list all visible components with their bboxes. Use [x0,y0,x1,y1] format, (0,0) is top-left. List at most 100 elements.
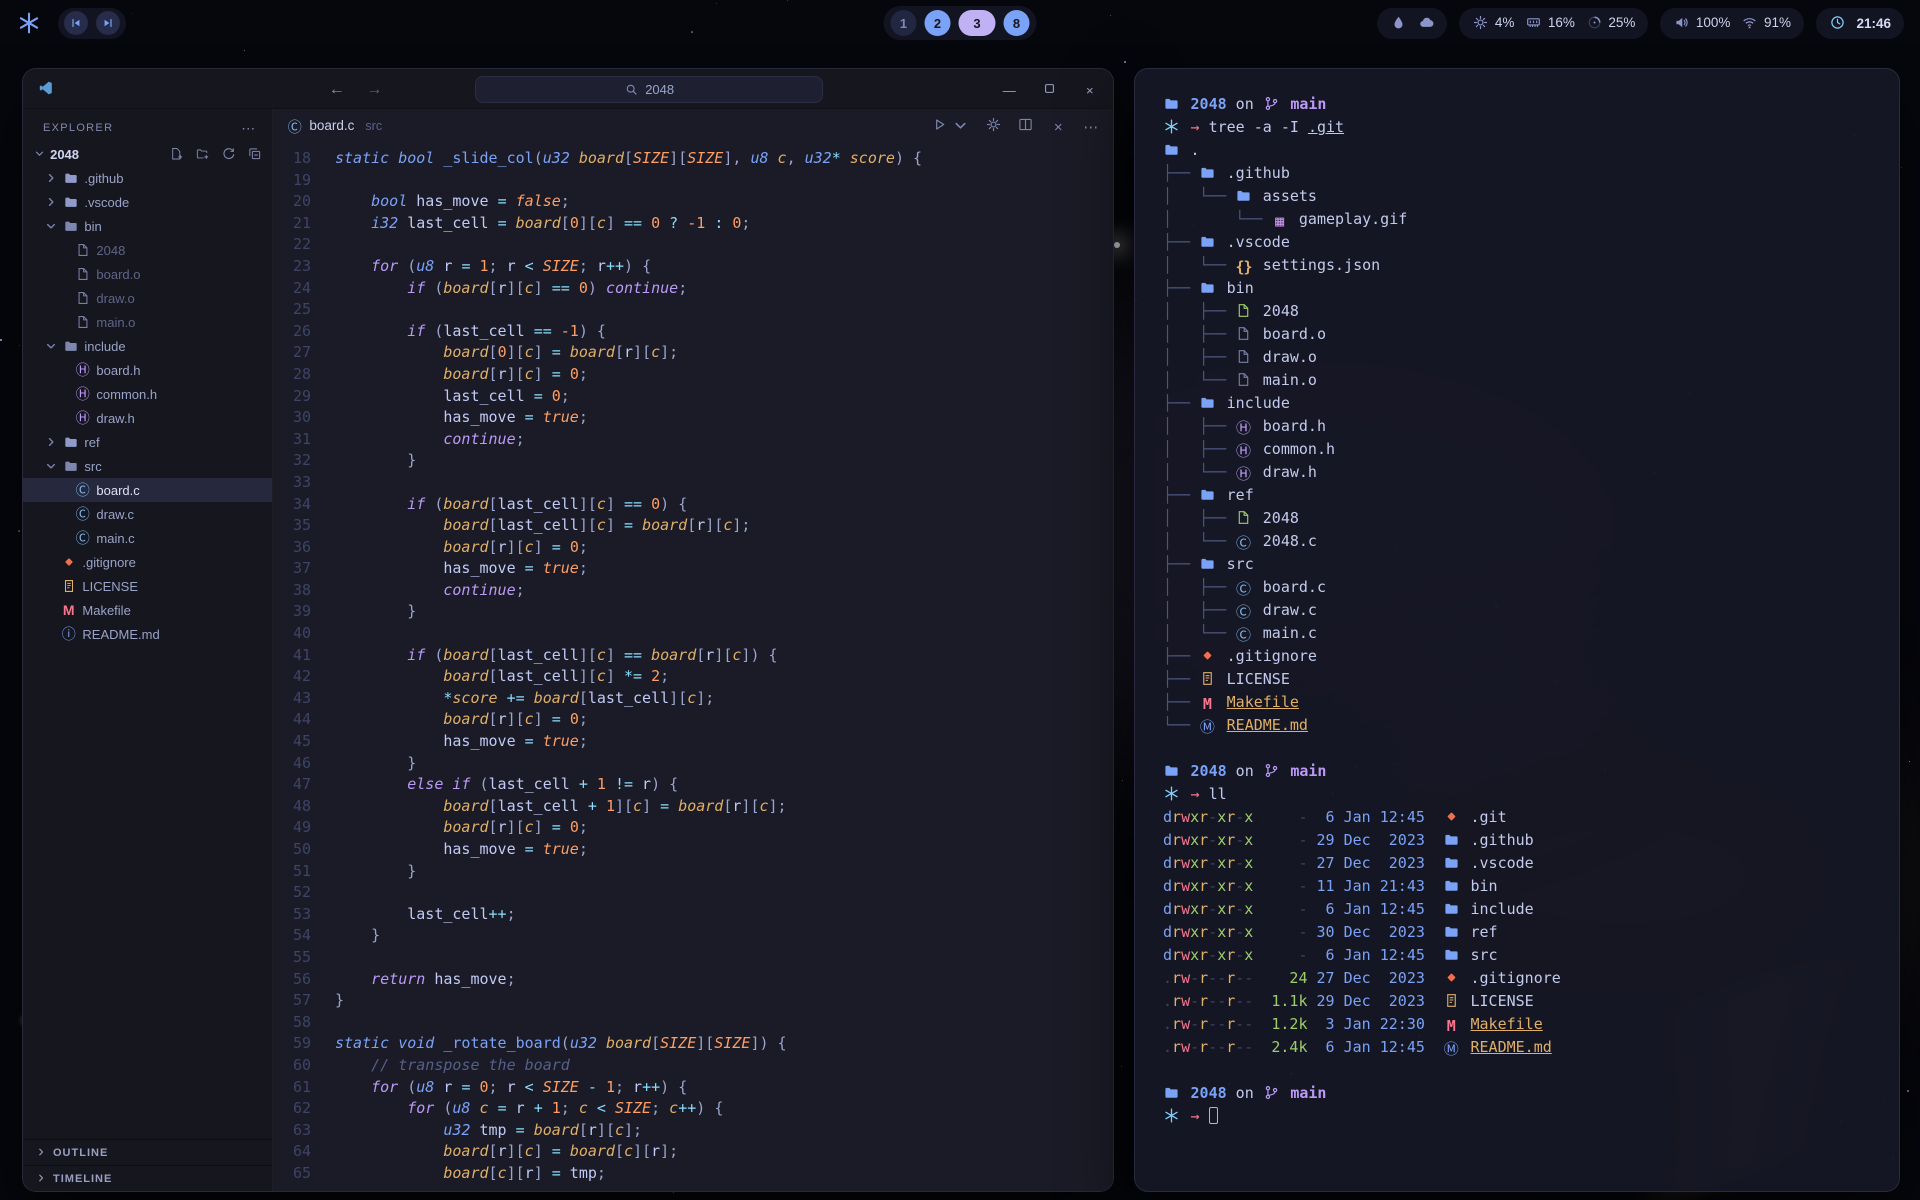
project-root-row[interactable]: 2048 [23,144,272,166]
code-line[interactable]: 23 for (u8 r = 1; r < SIZE; r++) { [273,256,1113,278]
file-row-src[interactable]: src [23,454,272,478]
code-line[interactable]: 63 u32 tmp = board[r][c]; [273,1120,1113,1142]
code-line[interactable]: 60 // transpose the board [273,1055,1113,1077]
code-line[interactable]: 58 [273,1012,1113,1034]
code-line[interactable]: 27 board[0][c] = board[r][c]; [273,342,1113,364]
file-row-.github[interactable]: .github [23,166,272,190]
file-row-board.h[interactable]: Ⓗboard.h [23,358,272,382]
code-line[interactable]: 52 [273,882,1113,904]
workspace-3-button[interactable]: 3 [959,10,996,36]
code-line[interactable]: 44 board[r][c] = 0; [273,709,1113,731]
new-file-button[interactable] [170,147,185,162]
code-line[interactable]: 37 has_move = true; [273,558,1113,580]
editor-titlebar[interactable]: ← → 2048 — × [23,69,1113,109]
new-folder-button[interactable] [195,147,210,162]
code-line[interactable]: 51 } [273,861,1113,883]
code-line[interactable]: 31 continue; [273,429,1113,451]
outline-section[interactable]: OUTLINE [23,1139,272,1165]
minimize-button[interactable]: — [1002,80,1016,97]
code-line[interactable]: 25 [273,299,1113,321]
file-row-main.c[interactable]: Ⓒmain.c [23,526,272,550]
code-line[interactable]: 41 if (board[last_cell][c] == board[r][c… [273,645,1113,667]
code-line[interactable]: 47 else if (last_cell + 1 != r) { [273,774,1113,796]
file-row-common.h[interactable]: Ⓗcommon.h [23,382,272,406]
weather-widget[interactable] [1377,8,1447,39]
split-editor-button[interactable] [1018,117,1035,135]
file-row-include[interactable]: include [23,334,272,358]
code-line[interactable]: 56 return has_move; [273,969,1113,991]
tab-board-c[interactable]: Ⓒ board.c src [287,118,382,134]
code-line[interactable]: 50 has_move = true; [273,839,1113,861]
code-line[interactable]: 19 [273,170,1113,192]
code-line[interactable]: 30 has_move = true; [273,407,1113,429]
code-line[interactable]: 49 board[r][c] = 0; [273,817,1113,839]
command-center-search[interactable]: 2048 [475,76,823,103]
run-options-button[interactable] [953,118,970,134]
code-line[interactable]: 32 } [273,450,1113,472]
code-line[interactable]: 35 board[last_cell][c] = board[r][c]; [273,515,1113,537]
code-line[interactable]: 36 board[r][c] = 0; [273,537,1113,559]
workspace-8-button[interactable]: 8 [1004,10,1030,36]
code-line[interactable]: 21 i32 last_cell = board[0][c] == 0 ? -1… [273,213,1113,235]
code-line[interactable]: 57} [273,990,1113,1012]
file-row-board.c[interactable]: Ⓒboard.c [23,478,272,502]
code-line[interactable]: 43 *score += board[last_cell][c]; [273,688,1113,710]
code-line[interactable]: 39 } [273,601,1113,623]
code-line[interactable]: 38 continue; [273,580,1113,602]
clock-widget[interactable]: 21:46 [1816,8,1904,39]
code-line[interactable]: 18static bool _slide_col(u32 board[SIZE]… [273,148,1113,170]
file-row-2048[interactable]: 2048 [23,238,272,262]
file-row-README.md[interactable]: ⓘREADME.md [23,622,272,646]
file-row-draw.h[interactable]: Ⓗdraw.h [23,406,272,430]
run-file-button[interactable] [931,117,948,135]
media-next-button[interactable] [96,11,120,35]
collapse-folders-button[interactable] [247,147,262,162]
code-line[interactable]: 46 } [273,753,1113,775]
code-line[interactable]: 20 bool has_move = false; [273,191,1113,213]
maximize-button[interactable] [1042,80,1056,96]
code-line[interactable]: 64 board[r][c] = board[c][r]; [273,1141,1113,1163]
code-line[interactable]: 42 board[last_cell][c] *= 2; [273,666,1113,688]
code-line[interactable]: 53 last_cell++; [273,904,1113,926]
code-line[interactable]: 62 for (u8 c = r + 1; c < SIZE; c++) { [273,1098,1113,1120]
file-row-.vscode[interactable]: .vscode [23,190,272,214]
more-actions-button[interactable]: ⋯ [1083,117,1100,135]
file-row-draw.c[interactable]: Ⓒdraw.c [23,502,272,526]
close-button[interactable]: × [1083,80,1097,97]
code-line[interactable]: 61 for (u8 r = 0; r < SIZE - 1; r++) { [273,1077,1113,1099]
workspace-1-button[interactable]: 1 [891,10,917,36]
code-line[interactable]: 28 board[r][c] = 0; [273,364,1113,386]
code-line[interactable]: 34 if (board[last_cell][c] == 0) { [273,494,1113,516]
code-editor[interactable]: 18static bool _slide_col(u32 board[SIZE]… [273,143,1113,1191]
code-line[interactable]: 55 [273,947,1113,969]
code-line[interactable]: 33 [273,472,1113,494]
file-row-ref[interactable]: ref [23,430,272,454]
nav-back-button[interactable]: ← [328,79,346,98]
code-line[interactable]: 22 [273,234,1113,256]
file-row-board.o[interactable]: board.o [23,262,272,286]
file-row-main.o[interactable]: main.o [23,310,272,334]
code-line[interactable]: 59static void _rotate_board(u32 board[SI… [273,1033,1113,1055]
nav-forward-button[interactable]: → [366,79,384,98]
code-line[interactable]: 26 if (last_cell == -1) { [273,321,1113,343]
audio-network-widget[interactable]: 100% 91% [1660,8,1804,39]
code-line[interactable]: 29 last_cell = 0; [273,386,1113,408]
settings-gear-button[interactable] [985,117,1002,135]
file-row-draw.o[interactable]: draw.o [23,286,272,310]
media-prev-button[interactable] [64,11,88,35]
explorer-more-button[interactable]: ⋯ [241,121,256,135]
code-line[interactable]: 48 board[last_cell + 1][c] = board[r][c]… [273,796,1113,818]
close-editor-button[interactable]: × [1050,117,1067,135]
workspace-2-button[interactable]: 2 [925,10,951,36]
os-logo-button[interactable] [16,10,42,36]
code-line[interactable]: 45 has_move = true; [273,731,1113,753]
file-row-.gitignore[interactable]: .gitignore [23,550,272,574]
code-line[interactable]: 40 [273,623,1113,645]
file-row-bin[interactable]: bin [23,214,272,238]
code-line[interactable]: 65 board[c][r] = tmp; [273,1163,1113,1185]
code-line[interactable]: 24 if (board[r][c] == 0) continue; [273,278,1113,300]
refresh-explorer-button[interactable] [221,147,236,162]
system-stats-widget[interactable]: 4% 16% 25% [1459,8,1648,39]
file-row-Makefile[interactable]: MMakefile [23,598,272,622]
file-row-LICENSE[interactable]: LICENSE [23,574,272,598]
